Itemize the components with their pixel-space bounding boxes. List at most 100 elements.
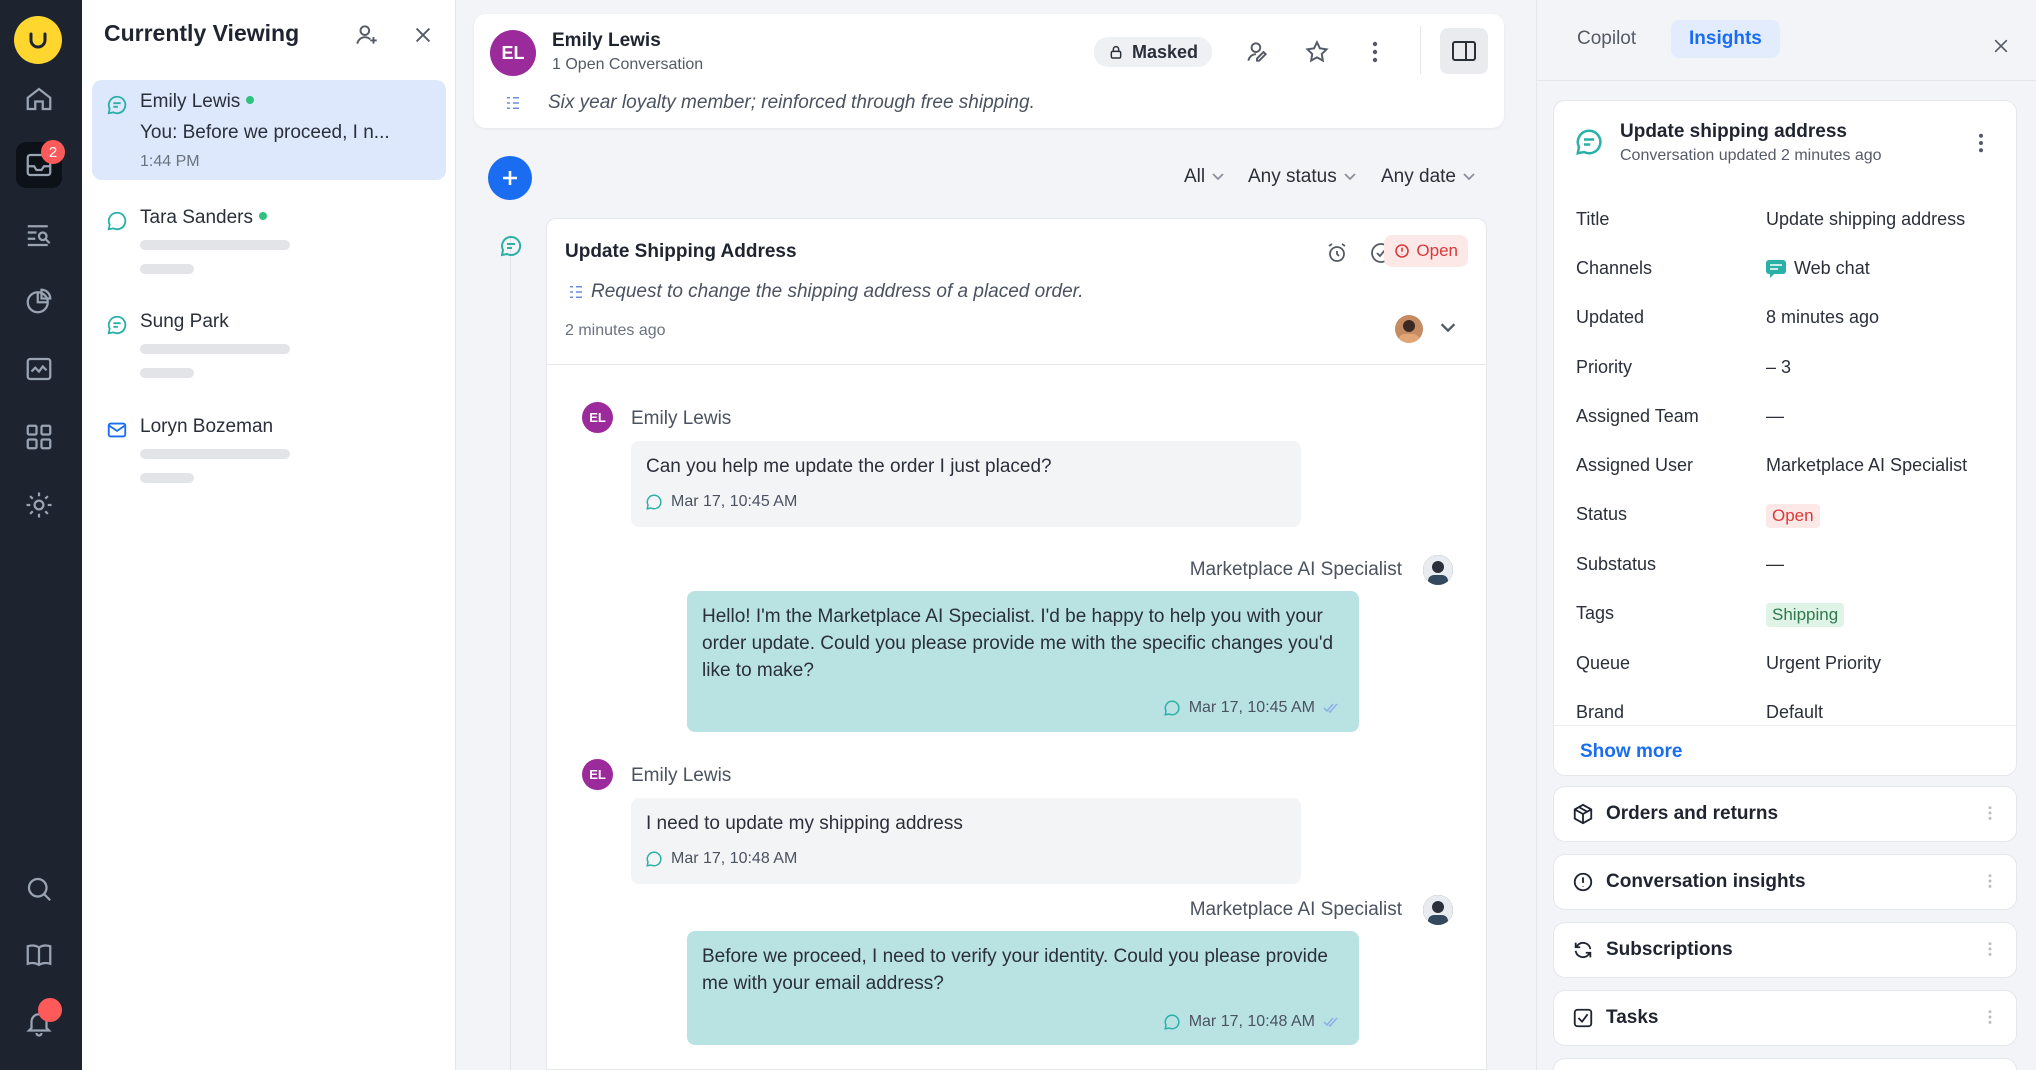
knowledge-book-icon[interactable] — [16, 932, 62, 978]
notifications-bell-icon[interactable] — [16, 998, 62, 1046]
status-badge[interactable]: Open — [1384, 235, 1468, 267]
note-icon — [504, 94, 522, 112]
filter-type-dropdown[interactable]: All — [1184, 166, 1225, 188]
field-value[interactable]: — — [1766, 406, 1784, 427]
search-list-icon[interactable] — [16, 212, 62, 258]
divider — [1420, 26, 1421, 74]
more-options-icon[interactable] — [1988, 805, 1992, 821]
open-conversation-count: 1 Open Conversation — [552, 56, 704, 73]
field-priority: Priority – 3 — [1576, 357, 1996, 387]
assignee-avatar[interactable] — [1395, 315, 1423, 343]
field-label: Brand — [1576, 702, 1625, 722]
toggle-sidebar-icon[interactable] — [1440, 28, 1488, 74]
message-time: Mar 17, 10:45 AM — [671, 493, 798, 510]
field-value: Web chat — [1794, 258, 1870, 278]
chevron-down-icon — [1344, 173, 1356, 181]
filter-date-dropdown[interactable]: Any date — [1381, 166, 1476, 188]
message-text: Hello! I'm the Marketplace AI Specialist… — [702, 606, 1334, 681]
inbox-icon[interactable]: 2 — [16, 140, 65, 188]
customer-name[interactable]: Emily Lewis — [552, 30, 661, 52]
field-value[interactable]: Update shipping address — [1766, 209, 1965, 230]
close-icon[interactable] — [1991, 36, 2011, 56]
double-check-icon — [1323, 703, 1338, 714]
chevron-down-icon — [1212, 173, 1224, 181]
settings-gear-icon[interactable] — [16, 482, 62, 528]
field-label: Substatus — [1576, 554, 1657, 574]
monitor-icon[interactable] — [16, 346, 62, 392]
conversation-item-loryn-bozeman[interactable]: Loryn Bozeman — [92, 405, 446, 495]
field-label: Priority — [1576, 357, 1633, 377]
status-badge: Open — [1766, 504, 1820, 528]
chat-icon — [1163, 700, 1180, 716]
app-logo[interactable] — [14, 16, 62, 64]
show-more-link[interactable]: Show more — [1580, 741, 1682, 763]
section-tasks[interactable]: Tasks — [1553, 990, 2017, 1046]
tab-insights[interactable]: Insights — [1671, 20, 1780, 58]
field-label: Title — [1576, 209, 1610, 229]
conversation-item-emily-lewis[interactable]: Emily Lewis You: Before we proceed, I n.… — [92, 80, 446, 180]
timeline-line — [510, 234, 511, 1070]
panel-title: Currently Viewing — [104, 20, 300, 46]
conversation-item-tara-sanders[interactable]: Tara Sanders — [92, 196, 446, 286]
section-subscriptions[interactable]: Subscriptions — [1553, 922, 2017, 978]
home-icon[interactable] — [16, 76, 62, 122]
status-label: Open — [1416, 241, 1458, 260]
conversation-item-sung-park[interactable]: Sung Park — [92, 300, 446, 390]
more-options-icon[interactable] — [1988, 1009, 1992, 1025]
field-value: 8 minutes ago — [1766, 307, 1880, 327]
more-options-icon[interactable] — [1358, 35, 1392, 69]
new-conversation-button[interactable] — [488, 156, 532, 200]
add-user-icon[interactable] — [352, 20, 382, 50]
loading-skeleton — [140, 264, 194, 274]
agent-avatar — [1423, 895, 1453, 925]
search-icon[interactable] — [16, 866, 62, 912]
field-title: Title Update shipping address — [1576, 209, 1996, 239]
section-orders-and-returns[interactable]: Orders and returns — [1553, 786, 2017, 842]
message-text: I need to update my shipping address — [646, 813, 963, 834]
field-value[interactable]: Default — [1766, 702, 1823, 723]
apps-grid-icon[interactable] — [16, 414, 62, 460]
more-options-icon[interactable] — [1988, 873, 1992, 889]
tab-copilot[interactable]: Copilot — [1559, 20, 1654, 58]
more-options-icon[interactable] — [1978, 133, 1984, 153]
inbox-badge: 2 — [41, 140, 65, 164]
field-value[interactable]: Marketplace AI Specialist — [1766, 455, 1967, 476]
filter-status-value: Any status — [1248, 166, 1337, 187]
field-label: Status — [1576, 504, 1628, 524]
more-options-icon[interactable] — [1988, 941, 1992, 957]
section-conversation-insights[interactable]: Conversation insights — [1553, 854, 2017, 910]
assign-user-icon[interactable] — [1240, 35, 1274, 69]
filter-date-value: Any date — [1381, 166, 1456, 187]
chevron-down-icon[interactable] — [1439, 319, 1457, 337]
sender-name: Marketplace AI Specialist — [1189, 899, 1402, 920]
field-value[interactable]: — — [1766, 554, 1784, 575]
message-bubble: I need to update my shipping address Mar… — [631, 798, 1301, 884]
snooze-alarm-icon[interactable] — [1325, 241, 1349, 265]
star-icon[interactable] — [1300, 35, 1334, 69]
field-updated: Updated 8 minutes ago — [1576, 307, 1996, 337]
customer-avatar[interactable]: EL — [490, 30, 536, 76]
refresh-icon — [1572, 939, 1594, 961]
section-title: Orders and returns — [1606, 803, 1779, 824]
package-icon — [1572, 803, 1594, 825]
sender-name: Marketplace AI Specialist — [1189, 559, 1402, 580]
sender-name: Emily Lewis — [631, 765, 732, 786]
filter-status-dropdown[interactable]: Any status — [1248, 166, 1357, 188]
field-value[interactable]: Urgent Priority — [1766, 653, 1881, 674]
info-circle-icon — [1572, 871, 1594, 893]
app-rail: 2 — [0, 0, 82, 1070]
checkbox-icon — [1572, 1007, 1594, 1029]
email-icon — [106, 419, 128, 441]
message-time: Mar 17, 10:45 AM — [1188, 699, 1315, 716]
message-text: Can you help me update the order I just … — [646, 456, 1052, 477]
message-time: Mar 17, 10:48 AM — [671, 850, 798, 867]
tag-badge: Shipping — [1766, 603, 1845, 627]
close-icon[interactable] — [408, 20, 438, 50]
thread-title[interactable]: Update Shipping Address — [565, 241, 797, 263]
field-value[interactable]: – 3 — [1766, 357, 1791, 378]
masked-chip[interactable]: Masked — [1094, 37, 1213, 67]
currently-viewing-panel: Currently Viewing Emily Lewis You: Befor… — [82, 0, 456, 1070]
analytics-icon[interactable] — [16, 278, 62, 324]
chat-icon — [106, 314, 128, 336]
section-more[interactable] — [1553, 1058, 2017, 1070]
